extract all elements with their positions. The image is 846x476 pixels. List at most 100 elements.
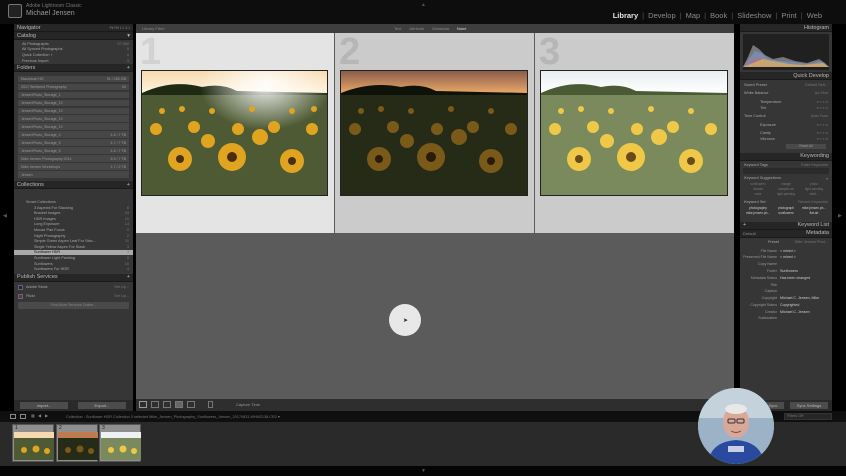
histogram-header[interactable]: Histogram	[740, 24, 832, 32]
metadata-field[interactable]: Title	[740, 281, 832, 288]
top-panel-toggle-icon[interactable]: ▲	[421, 2, 426, 8]
exposure-row[interactable]: Exposure ▪▪ ▪ ▪ ▪▪	[740, 122, 832, 128]
import-button[interactable]: Import...	[20, 402, 68, 409]
folder-item[interactable]: JensenPhoto_Storage_10	[18, 123, 129, 131]
filter-select[interactable]: Filters Off	[784, 413, 832, 420]
reset-all-button[interactable]: Reset All	[786, 143, 826, 149]
filter-tab-none[interactable]: None	[457, 26, 467, 31]
metadata-preset-select[interactable]: Mike Jensen Phot...	[795, 240, 828, 244]
metadata-field[interactable]: Metadata Status Has been changed	[740, 274, 832, 281]
back-arrow-icon[interactable]: ◀	[38, 413, 41, 418]
keyword-suggestion[interactable]: light painting	[800, 187, 828, 191]
keyword-tags-select[interactable]: Enter Keywords	[801, 163, 828, 167]
folder-item[interactable]: JensenPhoto_Storage_4 4.4 / 7 TB	[18, 131, 129, 139]
saved-preset-select[interactable]: Default Sett...	[805, 83, 828, 87]
forward-arrow-icon[interactable]: ▶	[45, 413, 48, 418]
metadata-field[interactable]: Copy Name	[740, 261, 832, 268]
navigator-header[interactable]: Navigator Fit Fill 1:1 3:1	[14, 24, 133, 32]
keyword-set-item[interactable]: mike.jensen.ph...	[744, 211, 772, 215]
keyword-suggestion[interactable]: color	[744, 192, 772, 196]
metadata-field[interactable]: Copyright Status Copyrighted	[740, 302, 832, 309]
keyword-set-item[interactable]: photography	[744, 206, 772, 210]
module-print[interactable]: Print	[779, 11, 798, 20]
metadata-field-value[interactable]: < mixed >	[780, 255, 796, 259]
zoom-fill[interactable]: Fill	[114, 26, 118, 30]
catalog-item[interactable]: Previous Import 3	[14, 58, 133, 64]
left-panel-toggle-icon[interactable]: ◀	[3, 213, 7, 219]
quick-develop-header[interactable]: Quick Develop	[740, 72, 832, 80]
keyword-suggestion[interactable]: photo	[800, 182, 828, 186]
metadata-field-value[interactable]: < mixed >	[780, 249, 796, 253]
zoom-fit[interactable]: Fit	[110, 26, 114, 30]
keyword-set-row[interactable]: Keyword Set Recent Keywords	[740, 199, 832, 205]
publish-services-header[interactable]: Publish Services +	[14, 273, 133, 282]
folder-item[interactable]: JensenPhoto_Storage_10	[18, 99, 129, 107]
secondary-window-icon[interactable]	[20, 414, 26, 419]
white-balance-row[interactable]: White Balance As Shot	[740, 91, 832, 97]
keyword-set-item[interactable]	[772, 216, 800, 220]
people-view-icon[interactable]	[187, 401, 195, 408]
metadata-field[interactable]: Folder Sunflowers	[740, 268, 832, 275]
metadata-preset-row[interactable]: Preset Mike Jensen Phot...	[740, 240, 832, 246]
metadata-field[interactable]: Sublocation	[740, 315, 832, 322]
sunflower-photo-2[interactable]	[340, 70, 528, 196]
compare-view-icon[interactable]	[163, 401, 171, 408]
keyword-set-select[interactable]: Recent Keywords	[798, 200, 828, 204]
filmstrip-thumb-3[interactable]: 3	[99, 424, 141, 462]
loupe-view-icon[interactable]	[151, 401, 159, 408]
folders-header[interactable]: Folders +	[14, 64, 133, 73]
module-library[interactable]: Library	[611, 11, 640, 20]
keyword-set-item[interactable]: photograph	[772, 206, 800, 210]
module-develop[interactable]: Develop	[646, 11, 678, 20]
filter-tab-attribute[interactable]: Attribute	[409, 26, 424, 31]
filmstrip-thumb-1[interactable]: 1	[12, 424, 54, 462]
module-book[interactable]: Book	[708, 11, 729, 20]
folder-item[interactable]: JensenPhoto_Storage_6 4.4 / 7 TB	[18, 147, 129, 155]
keyword-set-item[interactable]: flat.art	[800, 211, 828, 215]
filter-tab-metadata[interactable]: Metadata	[432, 26, 449, 31]
painter-icon[interactable]	[208, 401, 213, 408]
keyword-suggestion[interactable]: Jensen	[744, 187, 772, 191]
metadata-field-value[interactable]: Has been changed	[780, 276, 810, 280]
folder-item[interactable]: JensenPhoto_Storage_10	[18, 107, 129, 115]
metadata-field[interactable]: Copyright Michael C. Jensen, Mike	[740, 295, 832, 302]
sunflower-photo-1[interactable]	[141, 70, 328, 196]
folder-item[interactable]: JensenPhoto_Storage_1	[18, 91, 129, 99]
filmstrip-thumb-2[interactable]: 2	[56, 424, 98, 462]
white-balance-select[interactable]: As Shot	[815, 91, 828, 95]
metadata-field[interactable]: Caption	[740, 288, 832, 295]
filmstrip-toggle-icon[interactable]: ▼	[421, 468, 426, 474]
metadata-field-value[interactable]: Michael C. Jensen	[780, 310, 810, 314]
main-window-icon[interactable]	[10, 414, 16, 419]
metadata-field-value[interactable]: Michael C. Jensen, Mike	[780, 296, 819, 300]
right-panel-toggle-icon[interactable]: ▶	[838, 213, 842, 219]
keyword-list-header[interactable]: + Keyword List	[740, 221, 832, 230]
sync-settings-button[interactable]: Sync Settings	[790, 402, 828, 409]
module-map[interactable]: Map	[684, 11, 703, 20]
folder-item[interactable]: Jensen	[18, 171, 129, 179]
grid-view-icon[interactable]	[139, 401, 147, 408]
collections-header[interactable]: Collections +	[14, 181, 133, 190]
folder-item[interactable]: Macintosh HD 91 / 250 GB	[18, 75, 129, 83]
keyword-suggestions-row[interactable]: Keyword Suggestions ▾	[740, 175, 832, 181]
keyword-set-item[interactable]	[744, 216, 772, 220]
tint-row[interactable]: Tint ▪▪ ▪ ▪ ▪▪	[740, 105, 832, 111]
metadata-field[interactable]: Creator Michael C. Jensen	[740, 308, 832, 315]
module-web[interactable]: Web	[805, 11, 824, 20]
find-more-services-button[interactable]: Find More Services Online...	[18, 301, 129, 309]
module-slideshow[interactable]: Slideshow	[735, 11, 773, 20]
folder-item[interactable]: JensenPhoto_Storage_10	[18, 115, 129, 123]
zoom-1-1[interactable]: 1:1	[120, 26, 125, 30]
tone-control-row[interactable]: Tone Control Auto Tone	[740, 113, 832, 119]
metadata-field-value[interactable]: Sunflowers	[780, 269, 798, 273]
collection-item[interactable]: Sunflowers For HDR 4	[14, 266, 133, 272]
metadata-field[interactable]: Preserved File Name < mixed >	[740, 254, 832, 261]
keyword-suggestion[interactable]: sunflowers	[744, 182, 772, 186]
keyword-tags-row[interactable]: Keyword Tags Enter Keywords	[740, 162, 832, 168]
catalog-header[interactable]: Catalog ▾	[14, 32, 133, 40]
keyword-entry-field[interactable]	[743, 168, 829, 175]
folder-item[interactable]: JensenPhoto_Storage_5 4.7 / 7 TB	[18, 139, 129, 147]
sunflower-photo-3[interactable]	[540, 70, 728, 196]
keyword-set-item[interactable]	[800, 216, 828, 220]
keyword-suggestion[interactable]: light painting	[772, 192, 800, 196]
